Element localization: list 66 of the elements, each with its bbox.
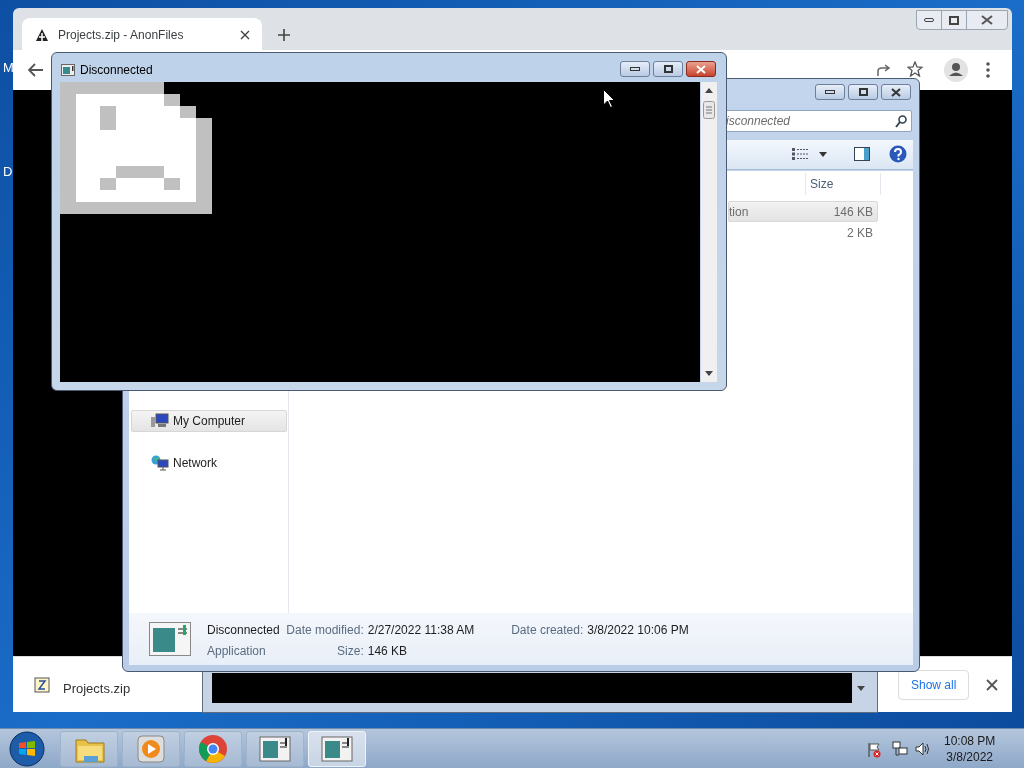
close-button[interactable] <box>881 84 911 100</box>
maximize-button[interactable] <box>848 84 878 100</box>
mouse-cursor-icon <box>603 89 615 108</box>
zip-file-icon <box>34 677 50 693</box>
search-field[interactable]: isconnected <box>725 110 912 132</box>
file-row[interactable]: tion 146 KB <box>728 201 878 222</box>
action-center-icon[interactable] <box>867 742 881 758</box>
file-name: Disconnected <box>207 622 280 639</box>
start-button[interactable] <box>9 731 45 767</box>
close-icon <box>891 87 901 97</box>
browser-tab[interactable]: Projects.zip - AnonFiles <box>22 18 262 52</box>
profile-icon[interactable] <box>944 58 968 82</box>
download-filename[interactable]: Projects.zip <box>63 679 131 699</box>
maximize-button[interactable] <box>653 61 683 77</box>
desktop-icon-label[interactable]: M <box>3 58 14 78</box>
file-type: Application <box>207 643 267 660</box>
dropdown-icon[interactable] <box>819 152 827 157</box>
column-header[interactable]: Size <box>805 173 881 195</box>
star-icon[interactable] <box>907 61 923 77</box>
network-icon[interactable] <box>892 741 908 757</box>
table-cell-text: tion <box>729 203 749 221</box>
share-icon[interactable] <box>876 63 892 77</box>
search-placeholder: isconnected <box>726 113 791 130</box>
view-list-icon[interactable] <box>792 148 808 160</box>
volume-icon[interactable] <box>915 741 931 757</box>
field-value: 3/8/2022 10:06 PM <box>587 622 690 639</box>
field-value: 146 KB <box>367 643 409 660</box>
close-button[interactable] <box>686 61 716 77</box>
new-tab-icon[interactable] <box>277 28 291 42</box>
close-icon[interactable] <box>986 679 998 691</box>
field-label: Date created: <box>510 622 584 639</box>
scroll-up-icon[interactable] <box>705 88 713 93</box>
taskbar-button[interactable] <box>184 731 242 767</box>
table-cell-text: 146 KB <box>833 203 873 221</box>
nav-item[interactable]: My Computer <box>131 410 287 432</box>
field-label: Date modified: <box>285 622 364 639</box>
site-icon <box>34 28 50 42</box>
field-label: Size: <box>336 643 364 660</box>
scroll-thumb[interactable] <box>703 101 715 119</box>
close-icon <box>981 15 993 25</box>
clock[interactable]: 10:08 PM 3/8/2022 <box>944 733 996 765</box>
taskbar-button[interactable] <box>246 731 304 767</box>
close-icon <box>696 64 706 74</box>
back-icon[interactable] <box>28 63 44 77</box>
window-title: Disconnected <box>80 62 153 79</box>
search-icon <box>895 114 907 128</box>
show-all-button[interactable]: Show all <box>898 670 970 700</box>
scroll-down-icon[interactable] <box>857 686 865 691</box>
computer-icon <box>151 413 169 429</box>
scrollbar[interactable] <box>701 82 717 382</box>
close-tab-icon[interactable] <box>240 30 250 40</box>
application-icon <box>149 622 191 656</box>
desktop-icon-label[interactable]: D <box>3 162 13 182</box>
file-row[interactable]: 2 KB <box>728 222 878 243</box>
help-icon[interactable] <box>889 145 907 163</box>
tab-title: Projects.zip - AnonFiles <box>58 27 185 44</box>
nav-item[interactable]: Network <box>131 452 287 474</box>
network-icon <box>151 455 169 471</box>
minimize-button[interactable] <box>620 61 650 77</box>
app-icon <box>61 64 75 76</box>
scroll-down-icon[interactable] <box>705 371 713 376</box>
minimize-button[interactable] <box>815 84 845 100</box>
preview-pane-icon[interactable] <box>854 147 870 161</box>
table-cell-text: 2 KB <box>847 224 873 242</box>
field-value: 2/27/2022 11:38 AM <box>367 622 476 639</box>
menu-icon[interactable] <box>986 62 990 78</box>
